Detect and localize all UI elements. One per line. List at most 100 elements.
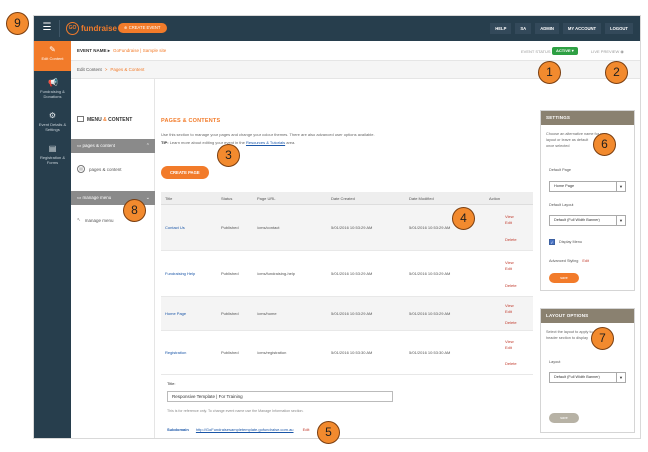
- title-input[interactable]: [167, 391, 393, 402]
- table-row: Home Page Published /cms/home 5/01/2016 …: [161, 297, 533, 331]
- edit-link[interactable]: Edit: [505, 220, 512, 225]
- hamburger-menu-icon[interactable]: ☰: [40, 22, 54, 34]
- dropdown-arrow-icon: ▼: [616, 216, 625, 225]
- delete-link[interactable]: Delete: [505, 237, 517, 242]
- group-label: manage menu: [82, 195, 112, 200]
- manage-menu-item[interactable]: ↖ manage menu: [77, 217, 114, 223]
- column-header-page-url[interactable]: Page URL: [257, 192, 275, 205]
- group-label: pages & content: [82, 143, 116, 148]
- row-title[interactable]: Registration: [165, 350, 186, 355]
- title-field-label: Title:: [167, 381, 176, 386]
- display-menu-checkbox[interactable]: ✓: [549, 239, 555, 245]
- live-preview-label: LIVE PREVIEW: [591, 49, 620, 54]
- sidebar-item-registration[interactable]: ▤ Registration & Forms: [34, 140, 71, 170]
- default-layout-select[interactable]: Default (Full Width Banner) ▼: [549, 215, 626, 226]
- row-title[interactable]: Home Page: [165, 311, 186, 316]
- event-status-label: EVENT STATUS: [521, 49, 551, 54]
- view-link[interactable]: View: [505, 260, 514, 265]
- row-title[interactable]: Fundraising Help: [165, 271, 195, 276]
- sidebar-item-edit-content[interactable]: ✎ Edit Content: [34, 41, 71, 71]
- sidebar-item-label: Edit Content: [41, 56, 64, 61]
- callout-marker: 4: [452, 207, 475, 230]
- window-icon: [77, 116, 84, 122]
- create-page-button[interactable]: CREATE PAGE: [161, 166, 209, 179]
- logo-text: fundraise: [81, 24, 118, 33]
- callout-marker: 6: [593, 133, 616, 156]
- link-icon: ↖: [77, 217, 81, 222]
- create-event-label: CREATE EVENT: [128, 25, 161, 30]
- breadcrumb-root[interactable]: Edit Content: [77, 67, 102, 72]
- default-layout-label: Default Layout: [549, 203, 574, 207]
- layout-label: Layout: [549, 360, 561, 364]
- layout-desc: Select the layout to apply to: [546, 330, 593, 334]
- column-header-date-modified[interactable]: Date Modified: [409, 192, 434, 205]
- callout-marker: 9: [6, 12, 29, 35]
- subdomain-edit-link[interactable]: Edit: [303, 427, 310, 432]
- nav-admin-button[interactable]: ADMIN: [535, 23, 559, 34]
- subpanel-title: MENU & CONTENT: [77, 116, 132, 123]
- row-url: /cms/registration: [257, 350, 287, 355]
- edit-link[interactable]: Edit: [505, 345, 512, 350]
- advanced-styling-edit-link[interactable]: Edit: [582, 259, 589, 263]
- dropdown-arrow-icon: ▼: [616, 373, 625, 382]
- row-title[interactable]: Contact Us: [165, 225, 185, 230]
- view-link[interactable]: View: [505, 339, 514, 344]
- delete-link[interactable]: Delete: [505, 361, 517, 366]
- dropdown-arrow-icon: ▼: [616, 182, 625, 191]
- settings-panel: SETTINGS Choose an alternative name for …: [540, 110, 635, 291]
- event-name-value[interactable]: GoFundraise | Sample site: [113, 48, 166, 53]
- row-status: Published: [221, 225, 239, 230]
- callout-marker: 2: [605, 61, 628, 84]
- table-header: Title Status Page URL Date Created Date …: [161, 192, 533, 205]
- edit-link[interactable]: Edit: [505, 309, 512, 314]
- top-nav: HELP SA ADMIN MY ACCOUNT LOGOUT: [490, 23, 633, 34]
- edit-link[interactable]: Edit: [505, 266, 512, 271]
- column-header-status[interactable]: Status: [221, 192, 232, 205]
- view-link[interactable]: View: [505, 214, 514, 219]
- column-header-action: Action: [489, 196, 501, 201]
- event-status-toggle[interactable]: ACTIVE ▾: [552, 47, 578, 55]
- layout-value: Default (Full Width Banner): [554, 375, 600, 379]
- column-header-title[interactable]: Title: [165, 192, 172, 205]
- delete-link[interactable]: Delete: [505, 320, 517, 325]
- edit-icon: ✎: [49, 45, 56, 54]
- row-created: 5/01/2016 10:53:29 AM: [331, 225, 373, 230]
- event-bar: EVENT NAME ▸ GoFundraise | Sample site EV…: [71, 41, 640, 61]
- pages-content-item[interactable]: ▤ pages & content: [77, 165, 122, 173]
- nav-my-account-button[interactable]: MY ACCOUNT: [562, 23, 602, 34]
- intro-text: Use this section to manage your pages an…: [161, 132, 375, 137]
- row-modified: 5/01/2016 10:53:29 AM: [409, 311, 451, 316]
- nav-help-button[interactable]: HELP: [490, 23, 512, 34]
- settings-desc: once selected: [546, 144, 570, 148]
- table-row: Registration Published /cms/registration…: [161, 331, 533, 375]
- sidebar-item-label: Event Details & Settings: [38, 122, 67, 132]
- eye-icon: ◉: [620, 49, 624, 54]
- layout-select[interactable]: Default (Full Width Banner) ▼: [549, 372, 626, 383]
- resources-tutorials-link[interactable]: Resources & Tutorials: [246, 140, 285, 145]
- row-url: /cms/fundraising-help: [257, 271, 296, 276]
- nav-sa-button[interactable]: SA: [515, 23, 532, 34]
- logo[interactable]: GO fundraise: [66, 22, 117, 35]
- live-preview-link[interactable]: LIVE PREVIEW ◉: [591, 49, 624, 54]
- tip-end: area.: [286, 140, 296, 145]
- row-modified: 5/01/2016 10:53:29 AM: [409, 225, 451, 230]
- view-link[interactable]: View: [505, 303, 514, 308]
- event-name-label: EVENT NAME: [77, 48, 107, 53]
- subdomain-label: Subdomain: [167, 427, 189, 432]
- settings-save-button[interactable]: save: [549, 273, 579, 283]
- create-event-button[interactable]: ⊕ CREATE EVENT: [118, 23, 167, 33]
- subdomain-link[interactable]: http://GoFundraisesampletemplate.gofundr…: [196, 427, 294, 432]
- default-page-select[interactable]: Home Page ▼: [549, 181, 626, 192]
- breadcrumb: Edit Content > Pages & Content: [77, 67, 144, 72]
- pages-table: Title Status Page URL Date Created Date …: [161, 192, 533, 375]
- layout-save-button[interactable]: save: [549, 413, 579, 423]
- nav-logout-button[interactable]: LOGOUT: [605, 23, 633, 34]
- item-label: pages & content: [89, 166, 122, 172]
- delete-link[interactable]: Delete: [505, 283, 517, 288]
- pages-content-group[interactable]: ▭ pages & content ⌃: [71, 139, 155, 153]
- table-row: Contact Us Published /cms/contact 5/01/2…: [161, 205, 533, 251]
- sidebar-item-label: Fundraising & Donations: [40, 89, 65, 99]
- sidebar-item-fundraising[interactable]: 📢 Fundraising & Donations: [34, 74, 71, 104]
- column-header-date-created[interactable]: Date Created: [331, 192, 355, 205]
- sidebar-item-event-details[interactable]: ⚙ Event Details & Settings: [34, 107, 71, 137]
